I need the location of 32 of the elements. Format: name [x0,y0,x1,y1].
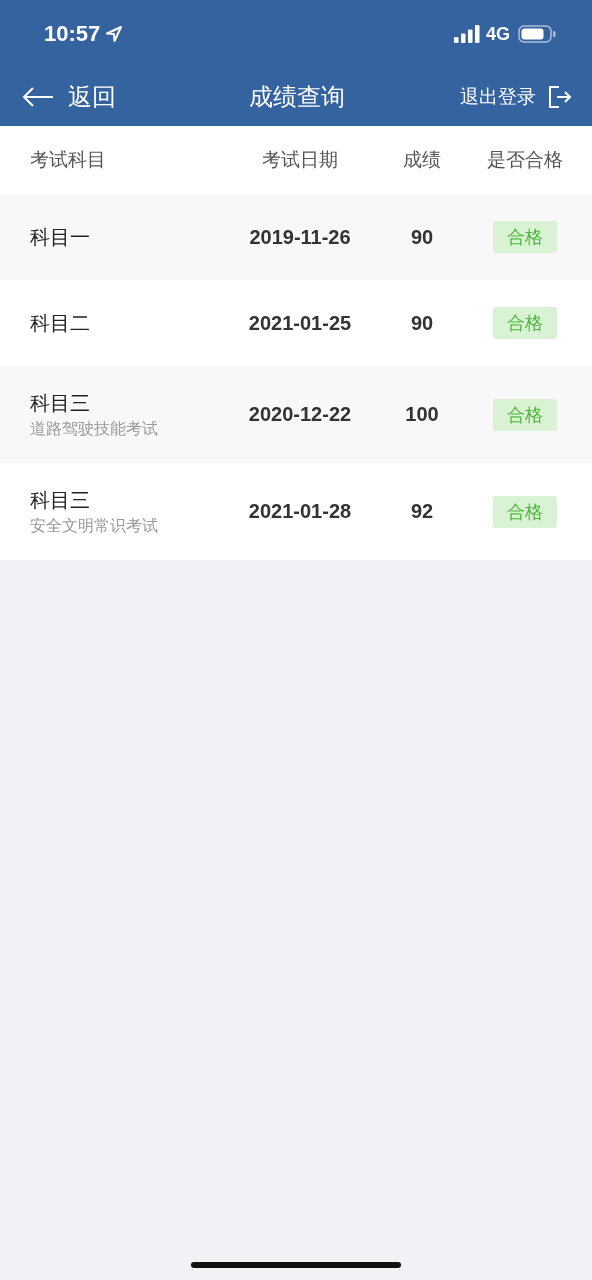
column-header: 是否合格 [487,147,563,172]
logout-button[interactable]: 退出登录 [460,84,572,110]
pass-status-badge: 合格 [493,398,557,431]
logout-icon [548,85,572,109]
subject-subtitle: 道路驾驶技能考试 [30,418,159,440]
pass-status-badge: 合格 [493,307,557,339]
exam-date: 2019-11-26 [249,225,351,249]
subject-name: 科目一 [30,223,91,251]
location-arrow-icon [106,26,123,42]
battery-icon [518,25,556,43]
network-label: 4G [486,23,510,45]
subject-name: 科目三 [30,486,91,514]
exam-score: 92 [410,500,434,523]
exam-score: 90 [410,311,434,335]
exam-score: 90 [410,225,434,249]
back-arrow-icon [22,86,54,108]
subject-subtitle: 安全文明常识考试 [30,515,159,537]
pass-status-badge: 合格 [493,221,557,253]
subject-name: 科目三 [30,389,91,417]
back-button[interactable]: 返回 [22,81,116,113]
subject-name: 科目二 [30,309,91,337]
status-time: 10:57 [44,21,101,47]
exam-date: 2021-01-25 [248,311,352,335]
exam-date: 2020-12-22 [248,403,352,426]
pass-status-badge: 合格 [493,495,557,528]
column-header: 成绩 [403,147,441,172]
exam-score: 100 [405,403,439,426]
page-title: 成绩查询 [249,82,345,113]
column-header: 考试科目 [29,147,106,172]
column-header: 考试日期 [262,147,338,172]
exam-date: 2021-01-28 [248,500,352,523]
signal-icon [454,25,480,43]
